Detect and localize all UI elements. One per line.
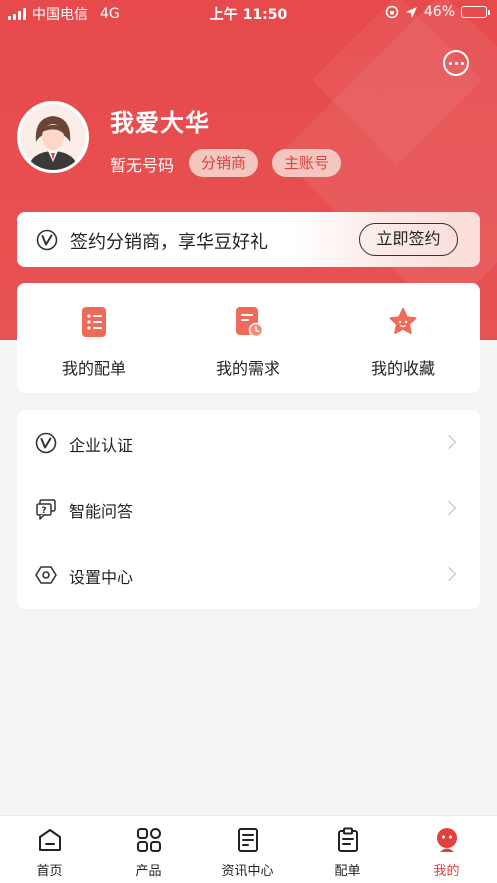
menu-settings-center[interactable]: 设置中心 [17,542,480,608]
tab-label: 产品 [135,864,162,879]
news-icon [238,828,258,852]
settings-hexagon-icon [35,566,57,584]
tab-label: 首页 [36,864,63,879]
main-account-badge: 主账号 [272,149,342,177]
home-icon [39,829,61,851]
settings-menu: 企业认证 ? 智能问答 设置中心 [17,410,480,609]
tab-home[interactable]: 首页 [0,816,99,883]
user-icon [437,828,457,852]
status-right: 46% [385,4,490,20]
battery-icon [461,6,490,18]
tab-label: 资讯中心 [221,864,274,879]
quick-label: 我的配单 [61,359,126,378]
chevron-right-icon [441,566,457,582]
document-clock-icon [236,307,263,338]
grid-icon [137,828,161,852]
chevron-right-icon [441,500,457,516]
chat-question-icon: ? [36,499,56,520]
phone-number: 暂无号码 [110,156,175,175]
quick-my-favorites[interactable]: 我的收藏 [326,283,480,393]
user-name: 我爱大华 [110,109,210,137]
menu-label: 企业认证 [69,436,134,455]
battery-percent: 46% [423,4,455,20]
star-icon [389,308,417,334]
verified-v-icon [35,432,57,454]
menu-enterprise-verification[interactable]: 企业认证 [17,410,480,476]
svg-text:?: ? [41,506,46,516]
location-arrow-icon [405,6,417,18]
menu-smart-qa[interactable]: ? 智能问答 [17,476,480,542]
menu-label: 智能问答 [69,502,134,521]
verified-v-icon [36,229,58,251]
status-bar: 中国电信 4G 上午 11:50 46% [0,0,497,26]
quick-actions-card: 我的配单 我的需求 我的收藏 [17,283,480,393]
tab-news[interactable]: 资讯中心 [198,816,297,883]
quick-my-orders[interactable]: 我的配单 [17,283,171,393]
tab-label: 我的 [433,864,460,879]
distributor-badge: 分销商 [189,149,259,177]
quick-my-needs[interactable]: 我的需求 [171,283,325,393]
quick-label: 我的需求 [215,359,280,378]
sign-distributor-banner[interactable]: 签约分销商，享华豆好礼 立即签约 [17,212,480,267]
list-icon [82,307,106,337]
tab-products[interactable]: 产品 [99,816,198,883]
tab-mine[interactable]: 我的 [397,816,496,883]
menu-label: 设置中心 [69,568,134,587]
chevron-right-icon [441,434,457,450]
quick-label: 我的收藏 [370,359,435,378]
tab-orders[interactable]: 配单 [298,816,397,883]
clipboard-icon [338,827,358,852]
tab-label: 配单 [334,864,361,879]
avatar-woman-icon [20,104,86,170]
orientation-lock-icon [385,5,399,19]
banner-text: 签约分销商，享华豆好礼 [70,232,268,253]
bottom-tab-bar: 首页 产品 资讯中心 配单 我的 [0,815,497,883]
message-icon[interactable] [443,50,469,76]
avatar[interactable] [17,101,89,173]
sign-now-button[interactable]: 立即签约 [359,223,458,256]
